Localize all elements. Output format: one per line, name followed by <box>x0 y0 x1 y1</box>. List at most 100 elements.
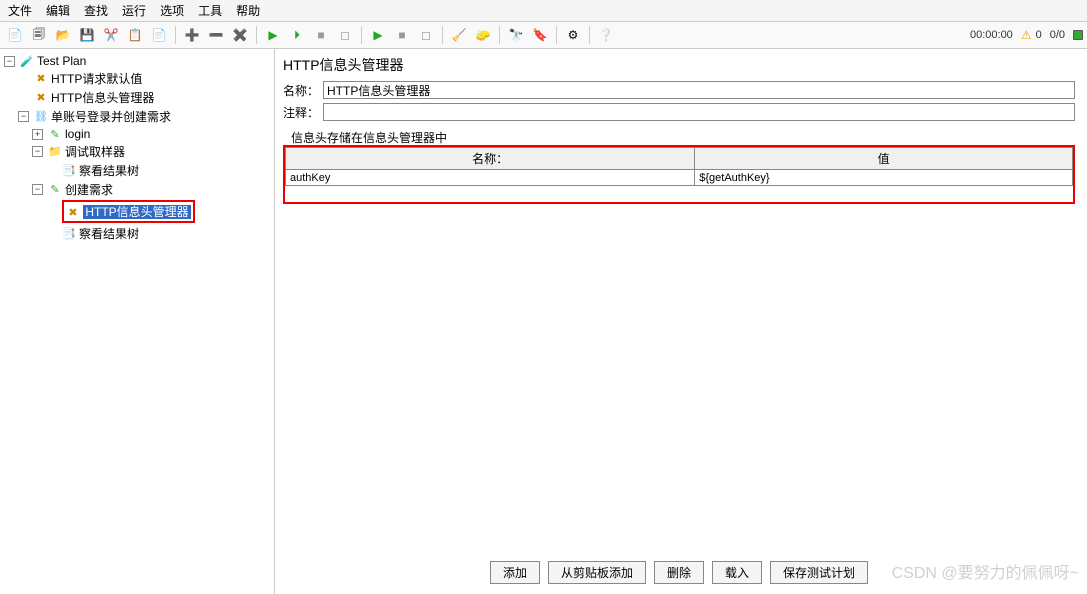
cell-name[interactable]: authKey <box>286 170 695 186</box>
toolbar-separator <box>556 26 557 44</box>
tree-label: HTTP信息头管理器 <box>83 205 190 219</box>
add-button[interactable]: 添加 <box>490 561 540 584</box>
template-icon[interactable]: 🗐 <box>28 24 50 46</box>
save-plan-button[interactable]: 保存测试计划 <box>770 561 868 584</box>
collapse-toggle-icon[interactable]: − <box>32 184 43 195</box>
name-label: 名称： <box>283 82 319 99</box>
open-icon[interactable]: 📂 <box>52 24 74 46</box>
tree-item-http-defaults[interactable]: ✖ HTTP请求默认值 <box>2 69 272 88</box>
config-icon: ✖ <box>34 72 48 86</box>
panel-title: HTTP信息头管理器 <box>283 55 1075 75</box>
start-icon[interactable]: ▶ <box>262 24 284 46</box>
column-header-value[interactable]: 值 <box>695 148 1073 170</box>
tree-label: 单账号登录并创建需求 <box>51 108 171 125</box>
toolbar-separator <box>175 26 176 44</box>
content-panel: HTTP信息头管理器 名称： 注释： 信息头存储在信息头管理器中 名称： 值 a… <box>275 49 1087 594</box>
sampler-icon: ✎ <box>48 127 62 141</box>
expand-icon[interactable]: ➕ <box>181 24 203 46</box>
tree-item-debug[interactable]: − 📁 调试取样器 <box>2 142 272 161</box>
toolbar-separator <box>256 26 257 44</box>
config-icon: ✖ <box>34 91 48 105</box>
warning-count: 0 <box>1036 29 1042 41</box>
tree-root[interactable]: − 🧪 Test Plan <box>2 53 272 69</box>
delete-button[interactable]: 删除 <box>654 561 704 584</box>
listener-icon: 📑 <box>62 164 76 178</box>
blank-area <box>283 204 1075 555</box>
menu-edit[interactable]: 编辑 <box>46 2 70 19</box>
warning-icon: ⚠ <box>1021 28 1032 42</box>
headers-table-highlight: 名称： 值 authKey ${getAuthKey} <box>283 145 1075 204</box>
tree-label: Test Plan <box>37 54 86 68</box>
cell-value[interactable]: ${getAuthKey} <box>695 170 1073 186</box>
toolbar-separator <box>361 26 362 44</box>
tree-label: login <box>65 127 90 141</box>
start-no-pause-icon[interactable]: ⏵ <box>286 24 308 46</box>
save-icon[interactable]: 💾 <box>76 24 98 46</box>
remote-start-icon[interactable]: ▶ <box>367 24 389 46</box>
listener-icon: 📑 <box>62 227 76 241</box>
stop-icon[interactable]: ■ <box>310 24 332 46</box>
add-from-clipboard-button[interactable]: 从剪贴板添加 <box>548 561 646 584</box>
clear-all-icon[interactable]: 🧽 <box>472 24 494 46</box>
menu-options[interactable]: 选项 <box>160 2 184 19</box>
remote-stop-icon[interactable]: ■ <box>391 24 413 46</box>
tree-item-thread-group[interactable]: − ⛓ 单账号登录并创建需求 <box>2 107 272 126</box>
cut-icon[interactable]: ✂️ <box>100 24 122 46</box>
tree-label: 调试取样器 <box>65 143 125 160</box>
tree-label: 察看结果树 <box>79 162 139 179</box>
tree-label: 察看结果树 <box>79 225 139 242</box>
expand-toggle-icon[interactable]: + <box>32 129 43 140</box>
collapse-toggle-icon[interactable]: − <box>4 56 15 67</box>
menubar: 文件 编辑 查找 运行 选项 工具 帮助 <box>0 0 1087 22</box>
headers-fieldset-label: 信息头存储在信息头管理器中 <box>283 129 1075 146</box>
reset-search-icon[interactable]: 🔖 <box>529 24 551 46</box>
shutdown-icon[interactable]: ◻ <box>334 24 356 46</box>
toggle-icon[interactable]: ✖️ <box>229 24 251 46</box>
testplan-icon: 🧪 <box>20 54 34 68</box>
name-input[interactable] <box>323 81 1075 99</box>
menu-file[interactable]: 文件 <box>8 2 32 19</box>
collapse-icon[interactable]: ➖ <box>205 24 227 46</box>
menu-help[interactable]: 帮助 <box>236 2 260 19</box>
button-row: 添加 从剪贴板添加 删除 载入 保存测试计划 <box>283 555 1075 588</box>
collapse-toggle-icon[interactable]: − <box>32 146 43 157</box>
menu-tools[interactable]: 工具 <box>198 2 222 19</box>
folder-icon: 📁 <box>48 145 62 159</box>
tree-panel: − 🧪 Test Plan ✖ HTTP请求默认值 ✖ HTTP信息头管理器 −… <box>0 49 275 594</box>
function-icon[interactable]: ⚙ <box>562 24 584 46</box>
thread-count: 0/0 <box>1050 29 1065 41</box>
toolbar-separator <box>442 26 443 44</box>
paste-icon[interactable]: 📄 <box>148 24 170 46</box>
tree-item-login[interactable]: + ✎ login <box>2 126 272 142</box>
tree-label: HTTP请求默认值 <box>51 70 142 87</box>
copy-icon[interactable]: 📋 <box>124 24 146 46</box>
new-icon[interactable]: 📄 <box>4 24 26 46</box>
config-icon: ✖ <box>66 206 80 220</box>
menu-search[interactable]: 查找 <box>84 2 108 19</box>
collapse-toggle-icon[interactable]: − <box>18 111 29 122</box>
load-button[interactable]: 载入 <box>712 561 762 584</box>
toolbar-separator <box>589 26 590 44</box>
sampler-icon: ✎ <box>48 183 62 197</box>
tree-item-header-manager-selected[interactable]: ✖ HTTP信息头管理器 <box>2 199 272 224</box>
thread-group-icon: ⛓ <box>34 110 48 124</box>
table-row[interactable]: authKey ${getAuthKey} <box>286 170 1073 186</box>
comment-input[interactable] <box>323 103 1075 121</box>
run-indicator-icon <box>1073 30 1083 40</box>
tree-item-header-manager[interactable]: ✖ HTTP信息头管理器 <box>2 88 272 107</box>
search-icon[interactable]: 🔭 <box>505 24 527 46</box>
tree-item-create-req[interactable]: − ✎ 创建需求 <box>2 180 272 199</box>
toolbar-separator <box>499 26 500 44</box>
toolbar: 📄 🗐 📂 💾 ✂️ 📋 📄 ➕ ➖ ✖️ ▶ ⏵ ■ ◻ ▶ ■ ◻ 🧹 🧽 … <box>0 22 1087 49</box>
tree-item-result-tree-1[interactable]: 📑 察看结果树 <box>2 161 272 180</box>
selection-highlight: ✖ HTTP信息头管理器 <box>62 200 195 223</box>
tree-item-result-tree-2[interactable]: 📑 察看结果树 <box>2 224 272 243</box>
column-header-name[interactable]: 名称： <box>286 148 695 170</box>
comment-label: 注释： <box>283 104 319 121</box>
clear-icon[interactable]: 🧹 <box>448 24 470 46</box>
elapsed-time: 00:00:00 <box>970 29 1013 41</box>
help-icon[interactable]: ❔ <box>595 24 617 46</box>
headers-table[interactable]: 名称： 值 authKey ${getAuthKey} <box>285 147 1073 186</box>
menu-run[interactable]: 运行 <box>122 2 146 19</box>
remote-shutdown-icon[interactable]: ◻ <box>415 24 437 46</box>
